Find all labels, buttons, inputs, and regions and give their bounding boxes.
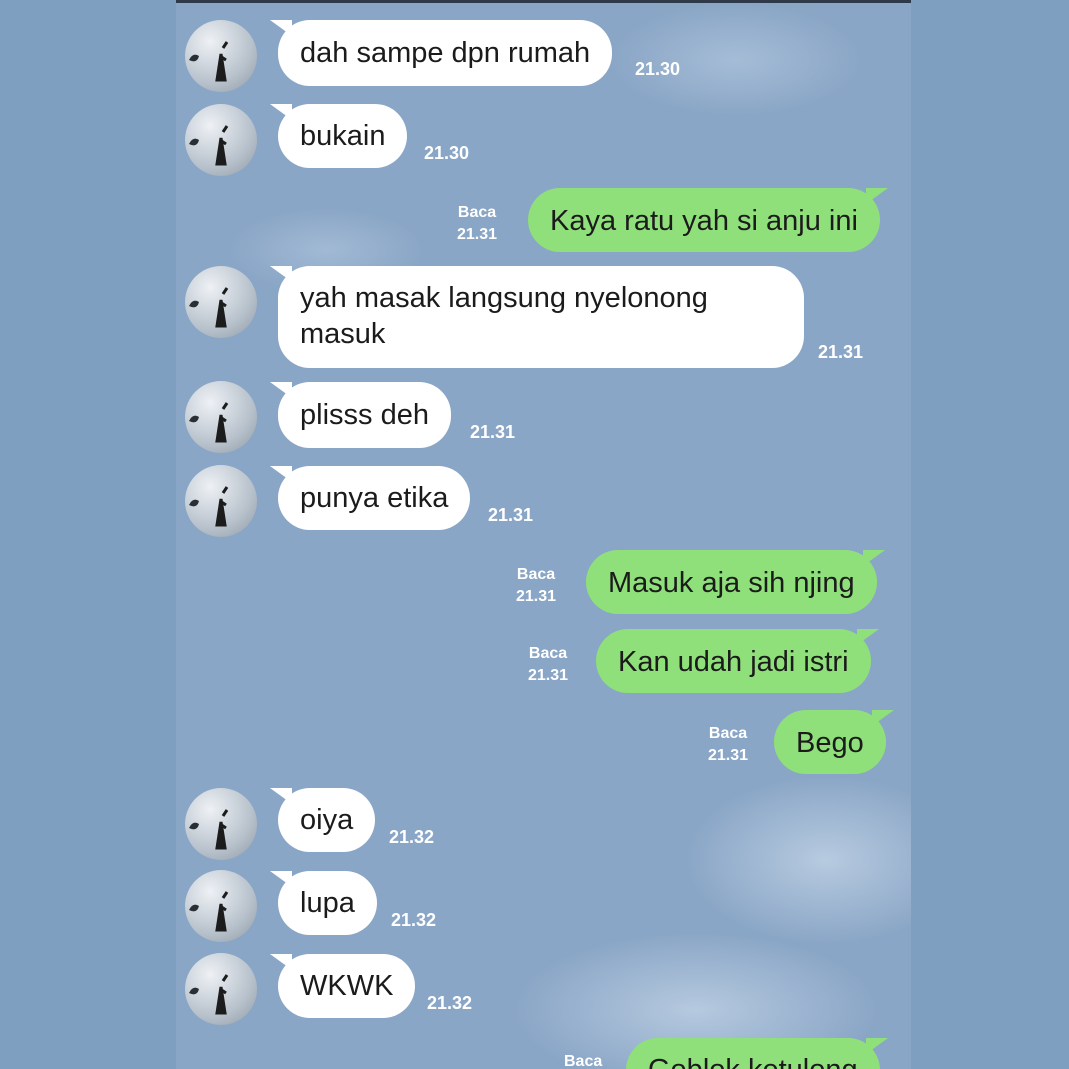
incoming-message-bubble[interactable]: WKWK	[269, 954, 416, 1018]
message-time: 21.31	[457, 226, 498, 243]
incoming-message-bubble[interactable]: bukain	[269, 104, 408, 168]
message-time: 21.32	[391, 910, 437, 930]
read-receipt: Baca 21.31	[516, 564, 556, 608]
message-time: 21.31	[488, 505, 534, 525]
message-text: oiya	[300, 804, 354, 836]
contact-avatar-icon[interactable]	[185, 104, 257, 176]
message-time: 21.30	[424, 143, 470, 163]
contact-avatar-icon[interactable]	[185, 788, 257, 860]
message-text: yah masak langsung nyelonong masuk	[300, 282, 708, 350]
read-status: Baca	[708, 725, 748, 742]
message-text: plisss deh	[300, 399, 429, 431]
message-time: 21.31	[818, 342, 864, 362]
incoming-message-bubble[interactable]: dah sampe dpn rumah	[269, 20, 613, 86]
message-text: bukain	[300, 120, 386, 152]
message-text: Goblok ketulong	[648, 1054, 858, 1069]
read-receipt: Baca	[564, 1051, 602, 1069]
message-time: 21.32	[389, 827, 435, 847]
message-time: 21.31	[528, 667, 569, 684]
incoming-message-bubble[interactable]: oiya	[269, 788, 376, 852]
message-text: Bego	[796, 727, 864, 759]
read-status: Baca	[457, 204, 497, 221]
incoming-message-bubble[interactable]: lupa	[270, 871, 377, 935]
contact-avatar-icon[interactable]	[185, 381, 257, 453]
incoming-message-bubble[interactable]: plisss deh	[270, 382, 451, 448]
read-status: Baca	[516, 566, 556, 583]
message-text: Kan udah jadi istri	[618, 646, 849, 678]
message-text: punya etika	[300, 482, 449, 514]
contact-avatar-icon[interactable]	[185, 266, 257, 338]
message-text: dah sampe dpn rumah	[300, 37, 591, 69]
chat-area[interactable]: dah sampe dpn rumah 21.30 bukain 21.30 B…	[176, 0, 911, 1069]
message-text: Masuk aja sih njing	[608, 567, 855, 599]
message-text: lupa	[300, 887, 355, 919]
read-status: Baca	[564, 1053, 603, 1069]
top-bar-edge	[176, 0, 911, 3]
contact-avatar-icon[interactable]	[185, 953, 257, 1025]
message-text: Kaya ratu yah si anju ini	[550, 205, 858, 237]
message-time: 21.31	[516, 588, 557, 605]
message-text: WKWK	[300, 970, 394, 1002]
outgoing-message-bubble[interactable]: Kaya ratu yah si anju ini	[528, 188, 888, 252]
incoming-message-bubble[interactable]: punya etika	[269, 466, 471, 530]
read-receipt: Baca 21.31	[457, 202, 497, 246]
message-time: 21.31	[708, 747, 749, 764]
read-status: Baca	[528, 645, 568, 662]
message-time: 21.32	[427, 993, 473, 1013]
read-receipt: Baca 21.31	[528, 643, 568, 687]
contact-avatar-icon[interactable]	[185, 870, 257, 942]
contact-avatar-icon[interactable]	[185, 465, 257, 537]
outgoing-message-bubble[interactable]: Kan udah jadi istri	[596, 629, 879, 693]
message-time: 21.30	[635, 59, 681, 79]
message-time: 21.31	[470, 422, 516, 442]
contact-avatar-icon[interactable]	[185, 20, 257, 92]
outgoing-message-bubble[interactable]: Masuk aja sih njing	[586, 550, 885, 614]
incoming-message-bubble[interactable]: yah masak langsung nyelonong masuk	[270, 266, 804, 368]
outgoing-message-bubble[interactable]: Bego	[774, 710, 894, 774]
read-receipt: Baca 21.31	[708, 723, 748, 767]
outgoing-message-bubble[interactable]: Goblok ketulong	[626, 1038, 888, 1069]
